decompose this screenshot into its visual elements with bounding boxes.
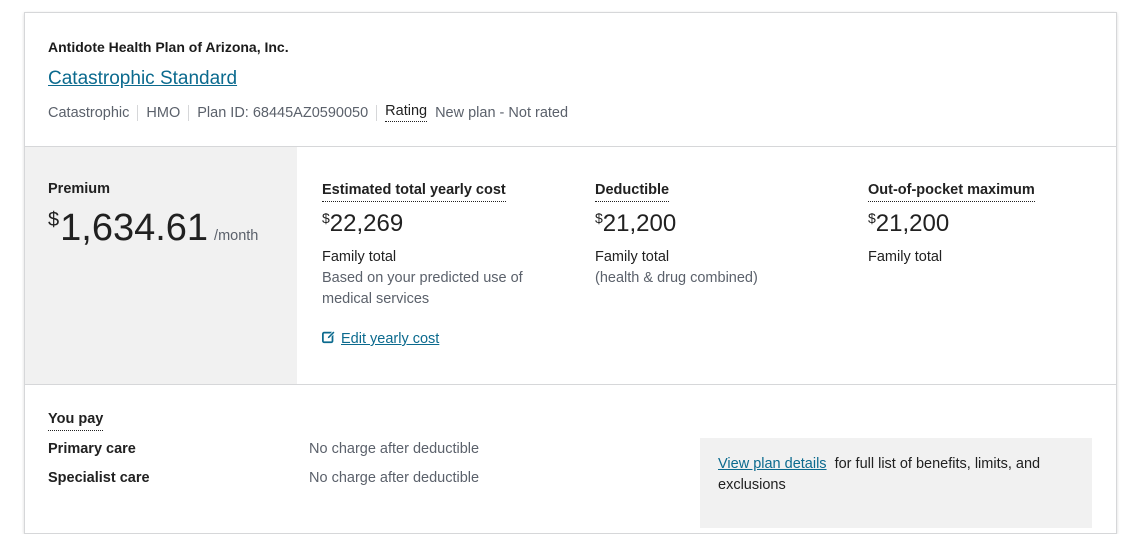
- divider: [137, 104, 139, 121]
- premium-period: /month: [214, 228, 259, 244]
- deductible-column: Deductible $ 21,200 Family total (health…: [595, 181, 845, 289]
- yearly-cost-value: 22,269: [329, 210, 404, 237]
- benefit-row-specialist-care: Specialist care No charge after deductibl…: [48, 470, 518, 486]
- benefit-value: No charge after deductible: [309, 470, 480, 486]
- oop-max-sub: Family total: [868, 249, 943, 265]
- rating-value: New plan - Not rated: [435, 104, 569, 121]
- cost-summary: Premium $ 1,634.61 /month Estimated tota…: [25, 147, 1116, 385]
- premium-value: 1,634.61: [60, 207, 209, 249]
- deductible-value: 21,200: [602, 210, 677, 237]
- oop-max-value: 21,200: [875, 210, 950, 237]
- currency-symbol: $: [48, 209, 60, 231]
- oop-max-label[interactable]: Out-of-pocket maximum: [868, 182, 1035, 202]
- premium-label: Premium: [48, 181, 111, 197]
- oop-max-amount: $ 21,200: [868, 209, 1118, 239]
- benefit-name: Primary care: [48, 441, 136, 457]
- plan-type: HMO: [146, 104, 181, 121]
- plan-details-box: View plan details for full list of benef…: [700, 438, 1092, 528]
- deductible-sub: Family total: [595, 249, 670, 265]
- plan-card: Antidote Health Plan of Arizona, Inc. Ca…: [24, 12, 1117, 534]
- currency-symbol: $: [322, 210, 330, 226]
- yearly-cost-note: Based on your predicted use of medical s…: [322, 270, 523, 307]
- rating-label[interactable]: Rating: [385, 103, 428, 122]
- metal-level: Catastrophic: [48, 104, 130, 121]
- oop-max-column: Out-of-pocket maximum $ 21,200 Family to…: [868, 181, 1118, 265]
- benefit-value: No charge after deductible: [309, 441, 480, 457]
- view-plan-details-link[interactable]: View plan details: [718, 456, 827, 472]
- plan-meta: Catastrophic HMO Plan ID: 68445AZ0590050…: [48, 103, 568, 122]
- currency-symbol: $: [868, 210, 876, 226]
- deductible-amount: $ 21,200: [595, 209, 845, 239]
- edit-yearly-cost-link[interactable]: Edit yearly cost: [322, 330, 439, 348]
- currency-symbol: $: [595, 210, 603, 226]
- yearly-cost-sub: Family total: [322, 249, 397, 265]
- premium-amount: $ 1,634.61 /month: [48, 205, 258, 251]
- benefit-name: Specialist care: [48, 470, 150, 486]
- edit-icon: [322, 330, 336, 348]
- deductible-note: (health & drug combined): [595, 270, 758, 286]
- yearly-cost-column: Estimated total yearly cost $ 22,269 Fam…: [322, 181, 572, 310]
- issuer-name: Antidote Health Plan of Arizona, Inc.: [48, 39, 289, 55]
- premium-panel: Premium $ 1,634.61 /month: [25, 147, 297, 384]
- plan-id: Plan ID: 68445AZ0590050: [197, 104, 369, 121]
- benefit-row-primary-care: Primary care No charge after deductible: [48, 441, 518, 457]
- plan-header: Antidote Health Plan of Arizona, Inc. Ca…: [25, 13, 1116, 147]
- deductible-label[interactable]: Deductible: [595, 182, 670, 202]
- plan-name-link[interactable]: Catastrophic Standard: [48, 68, 237, 90]
- divider: [376, 104, 378, 121]
- edit-yearly-cost-label: Edit yearly cost: [341, 331, 440, 347]
- yearly-cost-label[interactable]: Estimated total yearly cost: [322, 182, 506, 202]
- yearly-cost-amount: $ 22,269: [322, 209, 572, 239]
- you-pay-label[interactable]: You pay: [48, 411, 104, 431]
- divider: [188, 104, 190, 121]
